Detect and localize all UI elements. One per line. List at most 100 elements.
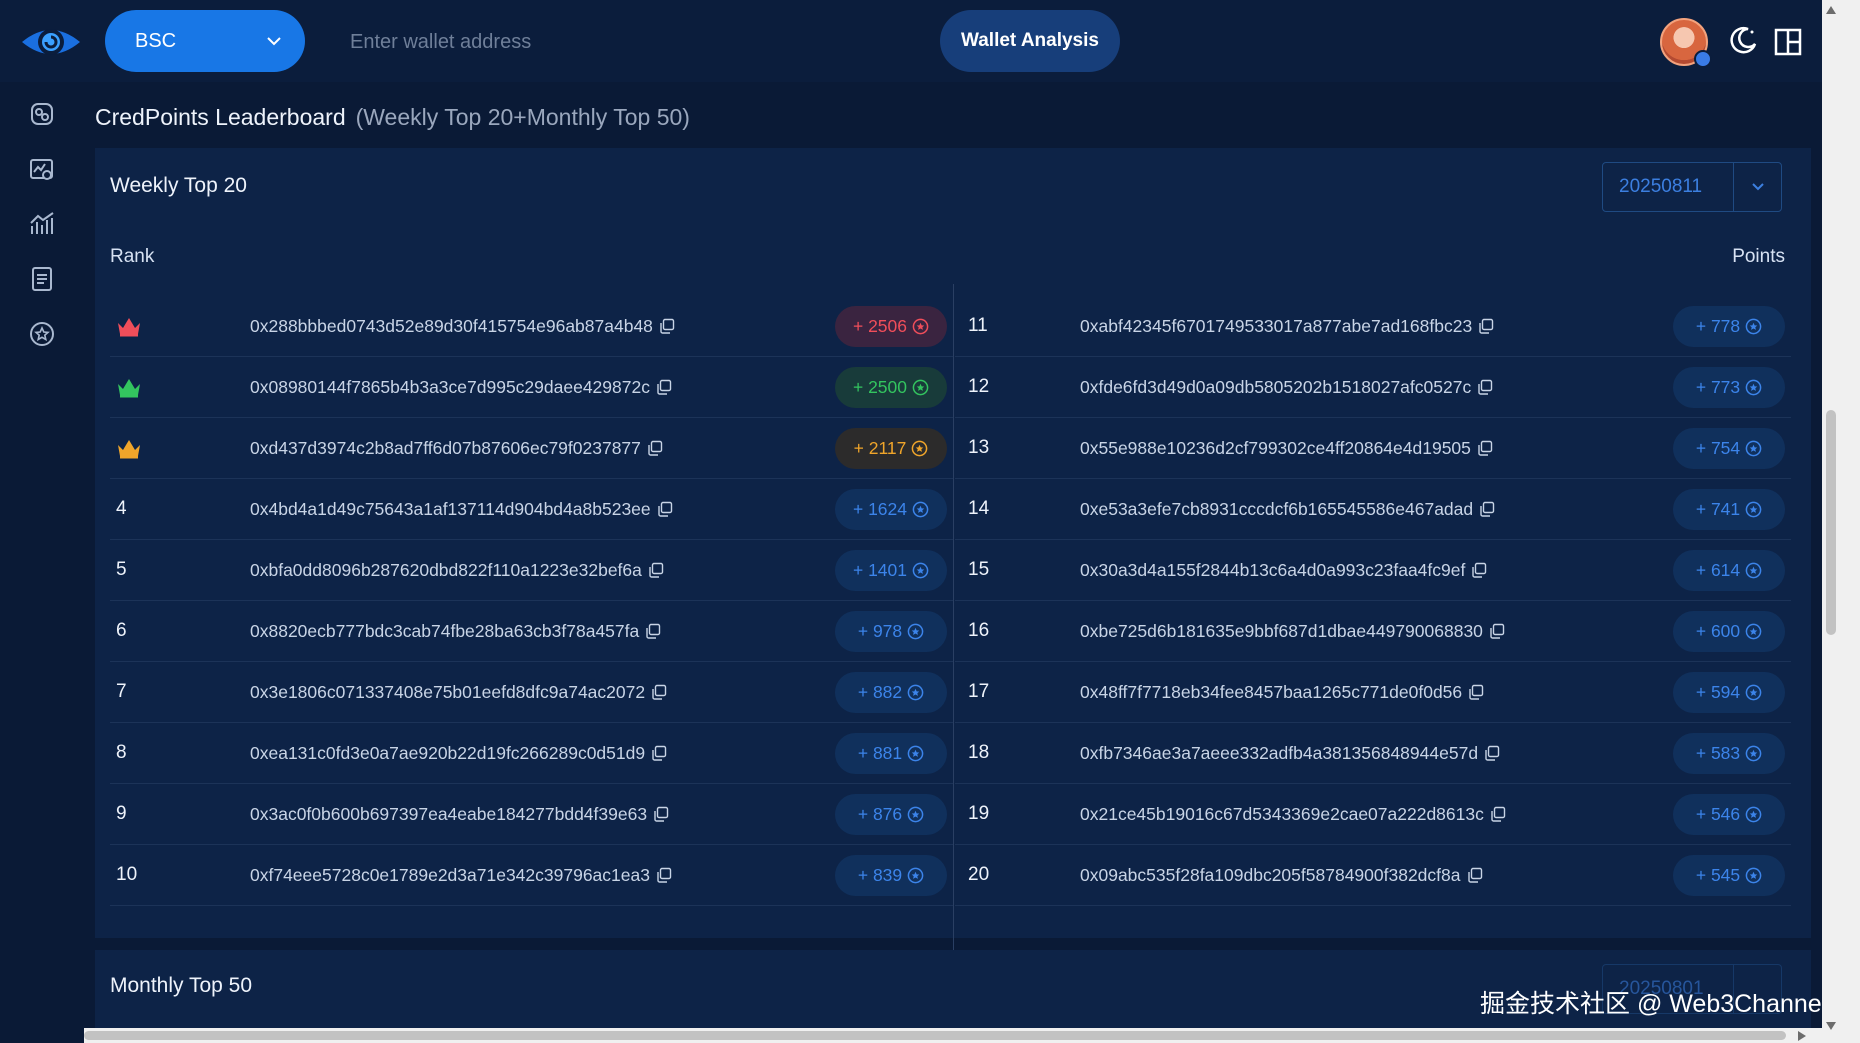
scroll-right-icon[interactable] [1798, 1031, 1806, 1041]
points-value: + 778 [1695, 316, 1741, 336]
wallet-address: 0xd437d3974c2b8ad7ff6d07b87606ec79f02378… [250, 438, 663, 459]
points-value: + 546 [1695, 804, 1741, 824]
copy-icon[interactable] [645, 623, 661, 639]
points-badge: + 773 [1673, 367, 1785, 408]
wallet-address-input[interactable] [330, 14, 930, 70]
layout-grid-icon[interactable] [1774, 28, 1802, 56]
wallet-address: 0xbe725d6b181635e9bbf687d1dbae4497900688… [1080, 621, 1505, 642]
horizontal-scrollbar-thumb[interactable] [84, 1031, 1786, 1040]
points-badge: + 876 [835, 794, 947, 835]
table-row: 14 0xe53a3efe7cb8931cccdcf6b165545586e467… [955, 479, 1791, 540]
points-badge: + 600 [1673, 611, 1785, 652]
wallet-address: 0x48ff7f7718eb34fee8457baa1265c771de0f0d… [1080, 682, 1484, 703]
points-badge: + 545 [1673, 855, 1785, 896]
copy-icon[interactable] [1471, 562, 1487, 578]
scroll-up-icon[interactable] [1826, 6, 1836, 14]
wallet-address-text[interactable]: 0x30a3d4a155f2844b13c6a4d0a993c23faa4fc9… [1080, 560, 1465, 581]
rank-number: 8 [116, 742, 127, 763]
wallet-address: 0x30a3d4a155f2844b13c6a4d0a993c23faa4fc9… [1080, 560, 1487, 581]
points-value: + 2117 [853, 438, 907, 458]
coin-icon [1745, 623, 1762, 640]
wallet-address-text[interactable]: 0x08980144f7865b4b3a3ce7d995c29daee42987… [250, 377, 650, 398]
weekly-date-select[interactable]: 20250811 [1602, 162, 1782, 212]
points-badge: + 839 [835, 855, 947, 896]
wallet-address-text[interactable]: 0xbe725d6b181635e9bbf687d1dbae4497900688… [1080, 621, 1483, 642]
trend-chart-icon[interactable] [28, 210, 56, 238]
points-badge: + 2500 [835, 367, 947, 408]
wallet-address-text[interactable]: 0xabf42345f6701749533017a877abe7ad168fbc… [1080, 316, 1472, 337]
copy-icon[interactable] [656, 379, 672, 395]
table-row: 5 0xbfa0dd8096b287620dbd822f110a1223e32be… [110, 540, 953, 601]
clipboard-icon[interactable] [28, 264, 56, 292]
coin-icon [912, 379, 929, 396]
copy-icon[interactable] [648, 562, 664, 578]
copy-icon[interactable] [1477, 379, 1493, 395]
coin-icon [1745, 440, 1762, 457]
wallet-address-text[interactable]: 0x09abc535f28fa109dbc205f58784900f382dcf… [1080, 865, 1461, 886]
copy-icon[interactable] [1467, 867, 1483, 883]
points-value: + 583 [1695, 743, 1741, 763]
page-title-main: CredPoints Leaderboard [95, 104, 346, 130]
copy-icon[interactable] [1484, 745, 1500, 761]
copy-icon[interactable] [653, 806, 669, 822]
points-badge: + 2117 [835, 428, 947, 469]
wallet-address-text[interactable]: 0x3ac0f0b600b697397ea4eabe184277bdd4f39e… [250, 804, 647, 825]
wallet-address-text[interactable]: 0x3e1806c071337408e75b01eefd8dfc9a74ac20… [250, 682, 645, 703]
table-row: 0x08980144f7865b4b3a3ce7d995c29daee42987… [110, 357, 953, 418]
wallet-address-text[interactable]: 0x288bbbed0743d52e89d30f415754e96ab87a4b… [250, 316, 653, 337]
wallet-address-text[interactable]: 0x8820ecb777bdc3cab74fbe28ba63cb3f78a457… [250, 621, 639, 642]
brain-icon[interactable] [28, 100, 56, 128]
chart-search-icon[interactable] [28, 156, 56, 184]
rank-number: 10 [116, 864, 138, 885]
wallet-address-text[interactable]: 0x21ce45b19016c67d5343369e2cae07a222d861… [1080, 804, 1484, 825]
copy-icon[interactable] [1489, 623, 1505, 639]
rank-number: 4 [116, 498, 127, 519]
table-row: 20 0x09abc535f28fa109dbc205f58784900f382d… [955, 845, 1791, 906]
wallet-address-text[interactable]: 0xfb7346ae3a7aeee332adfb4a381356848944e5… [1080, 743, 1478, 764]
wallet-address: 0x09abc535f28fa109dbc205f58784900f382dcf… [1080, 865, 1483, 886]
wallet-address-text[interactable]: 0xfde6fd3d49d0a09db5805202b1518027afc052… [1080, 377, 1471, 398]
copy-icon[interactable] [647, 440, 663, 456]
wallet-address-text[interactable]: 0xe53a3efe7cb8931cccdcf6b165545586e467ad… [1080, 499, 1473, 520]
points-badge: + 1401 [835, 550, 947, 591]
page-title-subtitle: (Weekly Top 20+Monthly Top 50) [355, 104, 690, 130]
wallet-address: 0x3ac0f0b600b697397ea4eabe184277bdd4f39e… [250, 804, 669, 825]
coin-icon [907, 745, 924, 762]
points-value: + 741 [1695, 499, 1741, 519]
vertical-scrollbar[interactable] [1822, 0, 1860, 1043]
wallet-address-text[interactable]: 0xd437d3974c2b8ad7ff6d07b87606ec79f02378… [250, 438, 641, 459]
copy-icon[interactable] [651, 745, 667, 761]
wallet-address-text[interactable]: 0x48ff7f7718eb34fee8457baa1265c771de0f0d… [1080, 682, 1462, 703]
moon-theme-icon[interactable] [1728, 24, 1760, 56]
copy-icon[interactable] [1478, 318, 1494, 334]
vertical-scrollbar-thumb[interactable] [1826, 410, 1836, 635]
copy-icon[interactable] [1490, 806, 1506, 822]
copy-icon[interactable] [656, 867, 672, 883]
scroll-down-icon[interactable] [1826, 1022, 1836, 1030]
star-circle-icon[interactable] [28, 320, 56, 348]
copy-icon[interactable] [657, 501, 673, 517]
horizontal-scrollbar[interactable] [84, 1028, 1822, 1043]
wallet-address: 0x08980144f7865b4b3a3ce7d995c29daee42987… [250, 377, 672, 398]
leaderboard-left-column: 0x288bbbed0743d52e89d30f415754e96ab87a4b… [110, 296, 953, 906]
copy-icon[interactable] [651, 684, 667, 700]
wallet-address-text[interactable]: 0x55e988e10236d2cf799302ce4ff20864e4d195… [1080, 438, 1471, 459]
coin-icon [1745, 501, 1762, 518]
wallet-address-text[interactable]: 0xf74eee5728c0e1789e2d3a71e342c39796ac1e… [250, 865, 650, 886]
leaderboard-right-column: 11 0xabf42345f6701749533017a877abe7ad168f… [955, 296, 1791, 906]
logo-icon[interactable] [20, 20, 82, 64]
copy-icon[interactable] [1468, 684, 1484, 700]
copy-icon[interactable] [659, 318, 675, 334]
coin-icon [912, 501, 929, 518]
weekly-panel: Weekly Top 20 20250811 Rank Points 0x288… [95, 148, 1811, 1043]
table-row: 9 0x3ac0f0b600b697397ea4eabe184277bdd4f39… [110, 784, 953, 845]
copy-icon[interactable] [1477, 440, 1493, 456]
wallet-address-text[interactable]: 0xea131c0fd3e0a7ae920b22d19fc266289c0d51… [250, 743, 645, 764]
wallet-analysis-button[interactable]: Wallet Analysis [940, 10, 1120, 72]
chain-select[interactable]: BSC [105, 10, 305, 72]
wallet-address-text[interactable]: 0x4bd4a1d49c75643a1af137114d904bd4a8b523… [250, 499, 651, 520]
copy-icon[interactable] [1479, 501, 1495, 517]
wallet-address-text[interactable]: 0xbfa0dd8096b287620dbd822f110a1223e32bef… [250, 560, 642, 581]
rank-number: 20 [968, 864, 990, 885]
points-value: + 1624 [852, 499, 907, 519]
